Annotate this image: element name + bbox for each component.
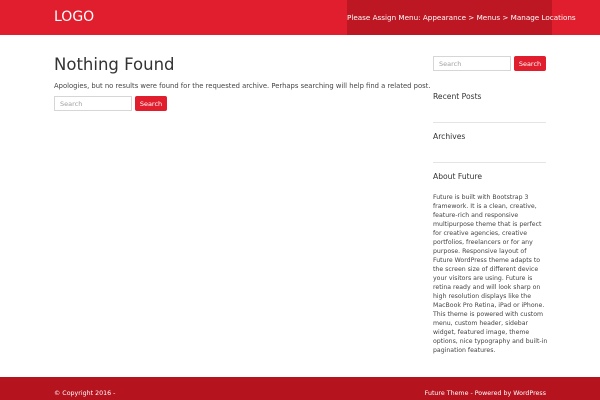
sidebar-search-button[interactable]: Search xyxy=(514,56,546,71)
main-search-input[interactable] xyxy=(54,96,132,111)
no-results-message: Apologies, but no results were found for… xyxy=(54,82,431,90)
page-title: Nothing Found xyxy=(54,55,175,74)
site-header: LOGO Please Assign Menu: Appearance > Me… xyxy=(0,0,600,35)
menu-assign-notice[interactable]: Please Assign Menu: Appearance > Menus >… xyxy=(347,0,576,35)
recent-posts-title: Recent Posts xyxy=(433,92,482,101)
main-search-button[interactable]: Search xyxy=(135,96,167,111)
sidebar-search-input[interactable] xyxy=(433,56,511,71)
wordpress-link[interactable]: WordPress xyxy=(513,390,546,397)
footer-credits: Future Theme - Powered by WordPress xyxy=(425,389,546,398)
theme-link[interactable]: Future Theme xyxy=(425,390,469,397)
powered-by-text: - Powered by xyxy=(468,390,514,397)
copyright-text: © Copyright 2016 - xyxy=(54,390,116,397)
about-title: About Future xyxy=(433,172,483,181)
archives-title: Archives xyxy=(433,132,466,141)
site-logo[interactable]: LOGO xyxy=(54,9,94,26)
widget-divider xyxy=(433,122,546,123)
about-text: Future is built with Bootstrap 3 framewo… xyxy=(433,194,548,354)
widget-divider xyxy=(433,162,546,163)
